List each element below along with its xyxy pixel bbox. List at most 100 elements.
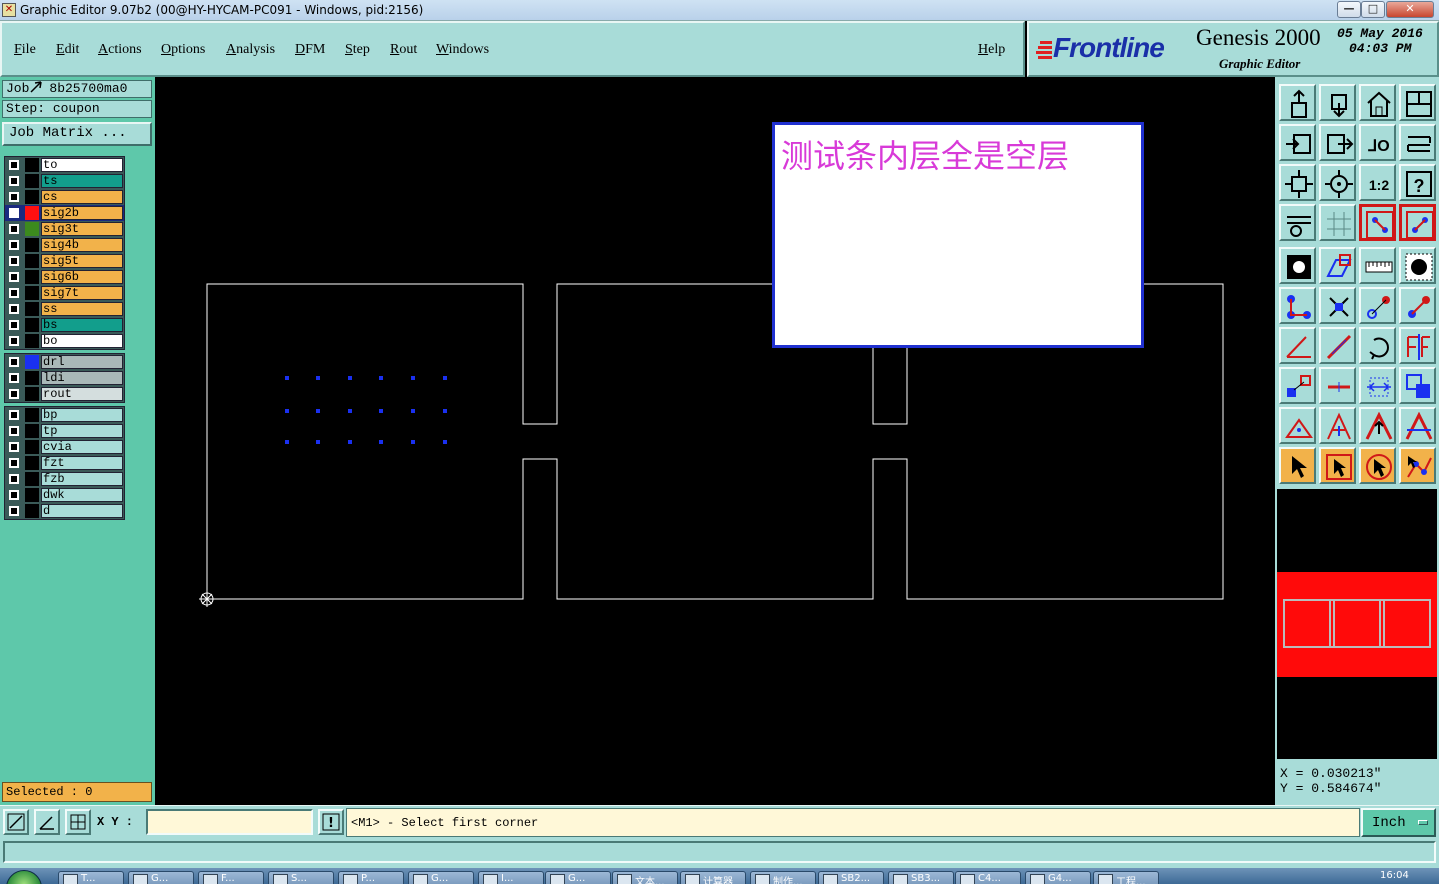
tool-button-mirror[interactable]: ⅃O [1359, 124, 1396, 161]
tool-button-select-box[interactable] [1319, 447, 1356, 484]
layer-row-bs[interactable]: bs [5, 317, 124, 333]
layer-checkbox[interactable] [9, 160, 19, 170]
layer-color-swatch[interactable] [25, 158, 39, 172]
tool-button-help[interactable]: ? [1399, 164, 1436, 201]
tool-button-group[interactable] [1399, 367, 1436, 404]
tool-button-layers-red[interactable] [1359, 204, 1396, 241]
layer-row-sig4b[interactable]: sig4b [5, 237, 124, 253]
tool-button-rotate[interactable] [1359, 327, 1396, 364]
layer-row-rout[interactable]: rout [5, 386, 124, 402]
taskbar-item[interactable]: G... [128, 871, 194, 884]
taskbar-item[interactable]: SB3... [888, 871, 954, 884]
layer-checkbox[interactable] [9, 474, 19, 484]
tool-button-layers-swap[interactable] [1399, 204, 1436, 241]
layer-row-dwk[interactable]: dwk [5, 487, 124, 503]
layer-checkbox[interactable] [9, 410, 19, 420]
menu-help[interactable]: Help [978, 42, 1005, 58]
tool-button-diagonal[interactable] [1319, 327, 1356, 364]
tool-button-select-circle[interactable] [1359, 447, 1396, 484]
layer-checkbox[interactable] [9, 304, 19, 314]
layer-checkbox[interactable] [9, 336, 19, 346]
tool-button-fit[interactable] [1279, 164, 1316, 201]
layer-name[interactable]: ldi [41, 371, 123, 385]
tool-button-connect[interactable] [1279, 287, 1316, 324]
layer-checkbox[interactable] [9, 288, 19, 298]
layer-color-swatch[interactable] [25, 456, 39, 470]
layer-color-swatch[interactable] [25, 238, 39, 252]
tool-button-select-path[interactable] [1399, 447, 1436, 484]
tool-button-measure[interactable] [1359, 247, 1396, 284]
taskbar-item[interactable]: G... [545, 871, 611, 884]
menu-dfm[interactable]: DFM [295, 42, 325, 58]
layer-name[interactable]: d [41, 504, 123, 518]
angle-mode-button[interactable] [34, 809, 60, 835]
tool-button-minus[interactable] [1319, 367, 1356, 404]
tool-button-resize[interactable] [1359, 367, 1396, 404]
tool-button-surface[interactable] [1319, 247, 1356, 284]
units-button[interactable]: Inch [1361, 808, 1436, 837]
taskbar-item[interactable]: C4... [955, 871, 1021, 884]
layer-row-to[interactable]: to [5, 157, 124, 173]
layer-row-sig6b[interactable]: sig6b [5, 269, 124, 285]
layer-color-swatch[interactable] [25, 286, 39, 300]
menu-actions[interactable]: Actions [98, 42, 142, 58]
alert-button[interactable]: ! [318, 809, 344, 835]
layer-checkbox[interactable] [9, 176, 19, 186]
layer-checkbox[interactable] [9, 357, 19, 367]
layer-checkbox[interactable] [9, 458, 19, 468]
tool-button-save[interactable] [1279, 84, 1316, 121]
layer-color-swatch[interactable] [25, 408, 39, 422]
taskbar-item[interactable]: T... [58, 871, 124, 884]
taskbar-item[interactable]: P... [338, 871, 404, 884]
tool-button-line-blue[interactable] [1399, 287, 1436, 324]
tool-button-step-out[interactable] [1319, 124, 1356, 161]
layer-checkbox[interactable] [9, 320, 19, 330]
tool-button-pad-split[interactable] [1399, 327, 1436, 364]
layer-checkbox[interactable] [9, 506, 19, 516]
menu-windows[interactable]: Windows [436, 42, 489, 58]
tool-button-cross[interactable] [1319, 287, 1356, 324]
layer-name[interactable]: sig2b [41, 206, 123, 220]
xy-input[interactable] [146, 809, 313, 835]
tool-button-zoom-1to2[interactable]: 1:2 [1359, 164, 1396, 201]
tool-button-step-in[interactable] [1279, 124, 1316, 161]
layer-checkbox[interactable] [9, 389, 19, 399]
menu-analysis[interactable]: Analysis [226, 42, 275, 58]
layer-name[interactable]: rout [41, 387, 123, 401]
layer-name[interactable]: dwk [41, 488, 123, 502]
layer-row-sig3t[interactable]: sig3t [5, 221, 124, 237]
layer-checkbox[interactable] [9, 442, 19, 452]
graphic-canvas[interactable]: 测试条内层全是空层 [155, 77, 1275, 805]
grid-snap-button[interactable] [65, 809, 91, 835]
taskbar-item[interactable]: 制作... [750, 871, 816, 884]
layer-color-swatch[interactable] [25, 424, 39, 438]
layer-color-swatch[interactable] [25, 174, 39, 188]
tool-button-home[interactable] [1359, 84, 1396, 121]
tool-button-triangle[interactable] [1319, 407, 1356, 444]
taskbar-item[interactable]: I... [478, 871, 544, 884]
layer-color-swatch[interactable] [25, 270, 39, 284]
layer-row-sig2b[interactable]: sig2b [5, 205, 124, 221]
layer-name[interactable]: sig5t [41, 254, 123, 268]
tool-button-move[interactable] [1279, 367, 1316, 404]
layer-checkbox[interactable] [9, 224, 19, 234]
layer-color-swatch[interactable] [25, 190, 39, 204]
step-preview[interactable] [1277, 489, 1437, 759]
layer-checkbox[interactable] [9, 192, 19, 202]
layer-name[interactable]: ss [41, 302, 123, 316]
layer-name[interactable]: sig6b [41, 270, 123, 284]
menu-rout[interactable]: Rout [390, 42, 417, 58]
layer-color-swatch[interactable] [25, 318, 39, 332]
layer-row-sig7t[interactable]: sig7t [5, 285, 124, 301]
taskbar-item[interactable]: F... [198, 871, 264, 884]
layer-color-swatch[interactable] [25, 488, 39, 502]
tool-button-pad[interactable] [1279, 247, 1316, 284]
layer-row-bo[interactable]: bo [5, 333, 124, 349]
tool-button-grid[interactable] [1319, 204, 1356, 241]
layer-row-bp[interactable]: bp [5, 407, 124, 423]
tool-button-zoom-center[interactable] [1319, 164, 1356, 201]
menu-step[interactable]: Step [345, 42, 370, 58]
layer-checkbox[interactable] [9, 256, 19, 266]
layer-row-ts[interactable]: ts [5, 173, 124, 189]
tool-button-angle[interactable] [1279, 327, 1316, 364]
